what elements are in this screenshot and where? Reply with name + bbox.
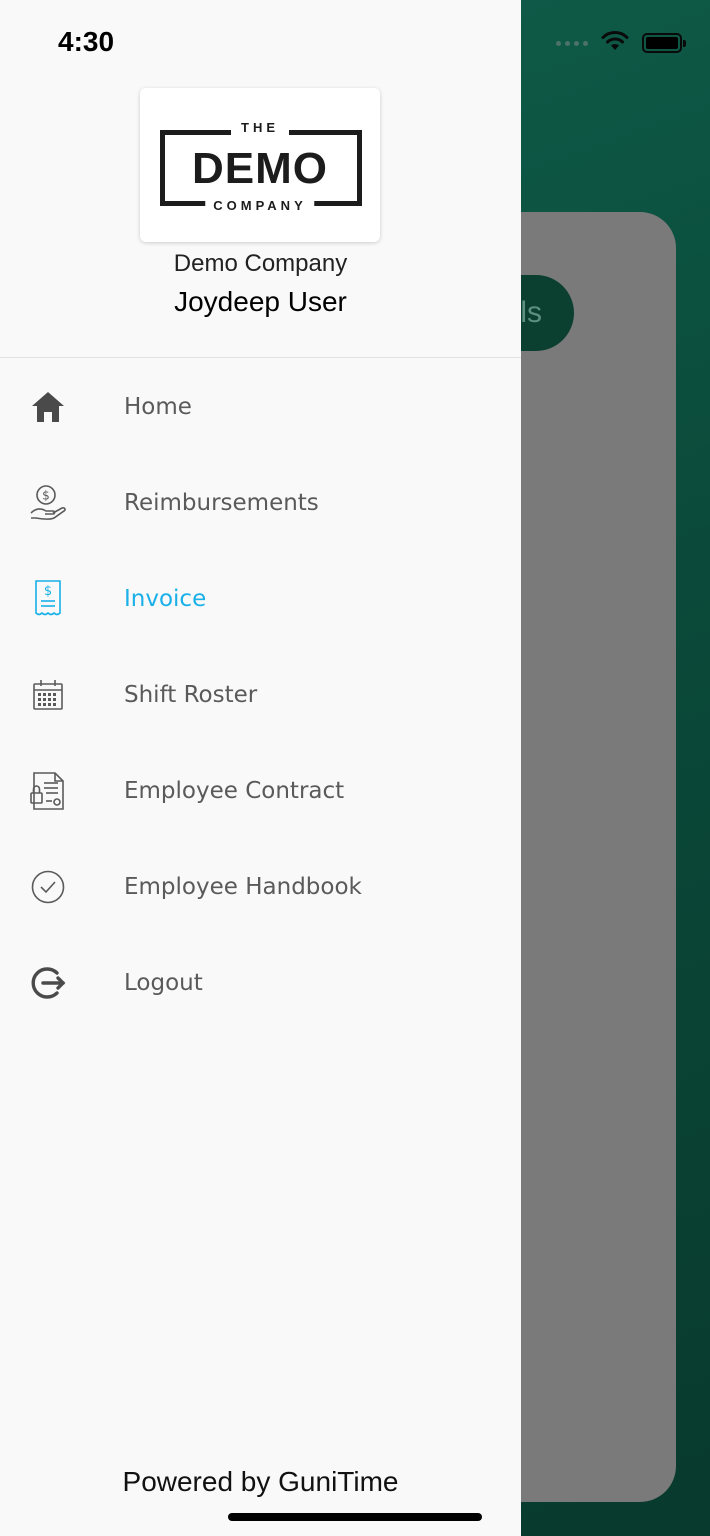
navigation-drawer: 4:30 THE DEMO COMPANY Demo Company Joyde… (0, 0, 521, 1536)
logo-text-the: THE (231, 120, 289, 135)
menu-item-shift-roster[interactable]: Shift Roster (0, 647, 521, 743)
status-time: 4:30 (58, 26, 115, 57)
powered-by: Powered by GuniTime (122, 1466, 399, 1497)
menu-item-employee-handbook[interactable]: Employee Handbook (0, 839, 521, 935)
status-bar-indicators (556, 30, 686, 56)
wifi-icon (600, 30, 630, 56)
company-name: Demo Company (173, 250, 348, 277)
contract-icon (28, 771, 68, 811)
menu-item-logout[interactable]: Logout (0, 935, 521, 1031)
menu-label-shift-roster: Shift Roster (124, 682, 258, 708)
cellular-signal-icon (556, 40, 588, 46)
header-divider (0, 357, 521, 358)
home-icon (28, 387, 68, 427)
menu-label-logout: Logout (124, 970, 203, 996)
drawer-menu: Home $ Reimbursements $ Invoice Shift Ro… (0, 359, 521, 1031)
menu-label-reimbursements: Reimbursements (124, 490, 319, 516)
menu-label-employee-contract: Employee Contract (124, 778, 345, 804)
calendar-icon (28, 675, 68, 715)
menu-item-employee-contract[interactable]: Employee Contract (0, 743, 521, 839)
battery-icon (642, 33, 686, 53)
menu-label-employee-handbook: Employee Handbook (124, 874, 362, 900)
menu-item-invoice[interactable]: $ Invoice (0, 551, 521, 647)
menu-label-invoice: Invoice (124, 586, 207, 612)
user-name: Joydeep User (174, 286, 347, 317)
invoice-icon: $ (28, 579, 68, 619)
menu-label-home: Home (124, 394, 192, 420)
menu-item-home[interactable]: Home (0, 359, 521, 455)
company-logo: THE DEMO COMPANY (140, 88, 380, 242)
background-button-label: ls (520, 296, 542, 329)
logo-text-demo: DEMO (192, 144, 328, 193)
home-indicator[interactable] (228, 1513, 482, 1521)
check-circle-icon (28, 867, 68, 907)
svg-text:$: $ (44, 584, 52, 599)
menu-item-reimbursements[interactable]: $ Reimbursements (0, 455, 521, 551)
svg-text:$: $ (42, 489, 50, 503)
logout-icon (28, 963, 68, 1003)
money-hand-icon: $ (28, 483, 68, 523)
logo-text-company: COMPANY (205, 198, 315, 213)
